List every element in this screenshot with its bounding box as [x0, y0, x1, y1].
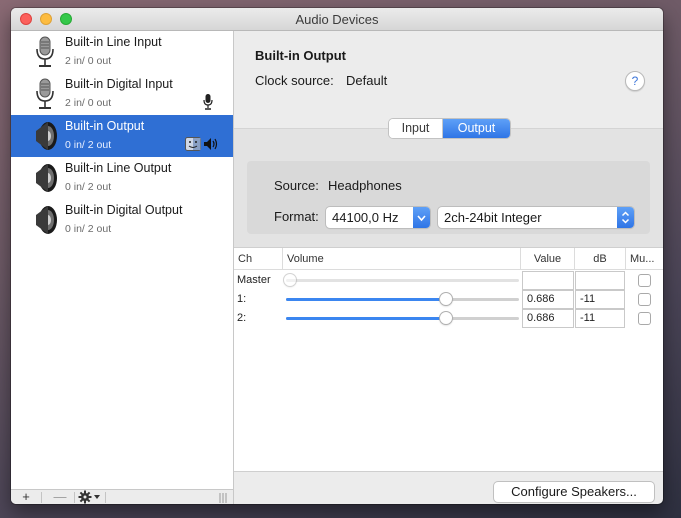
configure-speakers-button[interactable]: Configure Speakers... [494, 482, 654, 502]
column-header-ch[interactable]: Ch [234, 248, 283, 270]
divider [41, 492, 42, 503]
gear-icon [78, 490, 100, 504]
volume-slider [284, 274, 519, 286]
device-detail-pane: Built-in Output Clock source: Default ? … [234, 31, 663, 504]
channel-volume-table: Ch Volume Value dB Mu... Master 1: 0.686… [234, 247, 663, 472]
format-label: Format: [274, 209, 319, 224]
speaker-icon [36, 164, 57, 192]
device-name: Built-in Digital Output [65, 203, 183, 217]
device-io: 0 in/ 2 out [65, 139, 112, 151]
column-header-value[interactable]: Value [521, 248, 575, 270]
device-io: 0 in/ 2 out [65, 223, 112, 235]
format-select[interactable]: 2ch-24bit Integer [438, 207, 634, 228]
remove-device-button[interactable]: — [49, 490, 71, 504]
table-row-1: 1: 0.686 -11 [234, 290, 663, 309]
window-title: Audio Devices [295, 12, 379, 27]
source-label: Source: [274, 178, 319, 193]
volume-knob[interactable] [439, 293, 452, 305]
volume-slider[interactable] [286, 293, 519, 305]
channel-label: 1: [237, 293, 247, 305]
add-device-button[interactable]: + [15, 490, 37, 504]
device-item-line-input[interactable]: Built-in Line Input 2 in/ 0 out [11, 31, 233, 73]
divider [105, 492, 106, 503]
volume-fill [286, 298, 446, 301]
device-name: Built-in Line Input [65, 35, 162, 49]
clock-source-label: Clock source: [255, 73, 334, 88]
sample-rate-value: 44100,0 Hz [332, 210, 399, 225]
volume-knob[interactable] [439, 312, 452, 324]
mute-checkbox[interactable] [639, 313, 650, 324]
format-value: 2ch-24bit Integer [444, 210, 542, 225]
device-io: 0 in/ 2 out [65, 181, 112, 193]
speaker-icon [36, 206, 57, 234]
device-name: Built-in Output [65, 119, 145, 133]
value-field[interactable]: 0.686 [523, 310, 573, 327]
tab-input[interactable]: Input [389, 119, 443, 138]
volume-slider[interactable] [286, 312, 519, 324]
device-item-digital-output[interactable]: Built-in Digital Output 0 in/ 2 out [11, 199, 233, 241]
tab-output[interactable]: Output [443, 119, 510, 138]
io-segmented-control: Input Output [389, 119, 510, 138]
device-item-built-in-output[interactable]: Built-in Output 0 in/ 2 out [11, 115, 233, 157]
db-field[interactable]: -11 [576, 291, 624, 308]
channel-label: 2: [237, 312, 247, 324]
column-header-db[interactable]: dB [575, 248, 626, 270]
table-row-2: 2: 0.686 -11 [234, 309, 663, 328]
device-title: Built-in Output [255, 48, 346, 63]
speaker-icon [36, 122, 57, 150]
divider [74, 492, 75, 503]
mute-checkbox[interactable] [639, 275, 650, 286]
table-row-master: Master [234, 271, 663, 290]
action-menu-button[interactable] [77, 490, 101, 504]
format-section: Source: Headphones Format: 44100,0 Hz 2c… [234, 129, 663, 247]
column-header-mute[interactable]: Mu... [626, 248, 663, 270]
sample-rate-select[interactable]: 44100,0 Hz [326, 207, 430, 228]
default-input-mic-icon [203, 94, 213, 110]
microphone-icon [36, 78, 54, 109]
format-box: Source: Headphones Format: 44100,0 Hz 2c… [247, 161, 650, 234]
updown-arrows-icon [617, 207, 634, 228]
device-name: Built-in Line Output [65, 161, 172, 175]
device-name: Built-in Digital Input [65, 77, 173, 91]
volume-knob [284, 274, 296, 286]
db-field [576, 272, 624, 289]
audio-devices-window: Audio Devices Built-in Line Input 2 in/ … [11, 8, 663, 504]
value-field [523, 272, 573, 289]
device-list: Built-in Line Input 2 in/ 0 out Built-in… [11, 31, 234, 489]
clock-source-value[interactable]: Default [346, 73, 387, 88]
column-header-volume[interactable]: Volume [283, 248, 521, 270]
finder-icon [185, 137, 201, 151]
microphone-icon [36, 36, 54, 67]
device-io: 2 in/ 0 out [65, 55, 112, 67]
source-value: Headphones [328, 178, 402, 193]
device-io: 2 in/ 0 out [65, 97, 112, 109]
device-item-digital-input[interactable]: Built-in Digital Input 2 in/ 0 out [11, 73, 233, 115]
device-item-line-output[interactable]: Built-in Line Output 0 in/ 2 out [11, 157, 233, 199]
db-field[interactable]: -11 [576, 310, 624, 327]
help-button[interactable]: ? [625, 71, 645, 91]
volume-fill [286, 317, 446, 320]
channel-label: Master [237, 274, 271, 286]
default-output-speaker-icon [204, 138, 218, 150]
value-field[interactable]: 0.686 [523, 291, 573, 308]
chevron-down-icon [413, 207, 430, 228]
title-bar: Audio Devices [11, 8, 663, 31]
sidebar-toolbar: + — [11, 489, 234, 504]
mute-checkbox[interactable] [639, 294, 650, 305]
resize-handle-icon[interactable] [219, 493, 227, 503]
